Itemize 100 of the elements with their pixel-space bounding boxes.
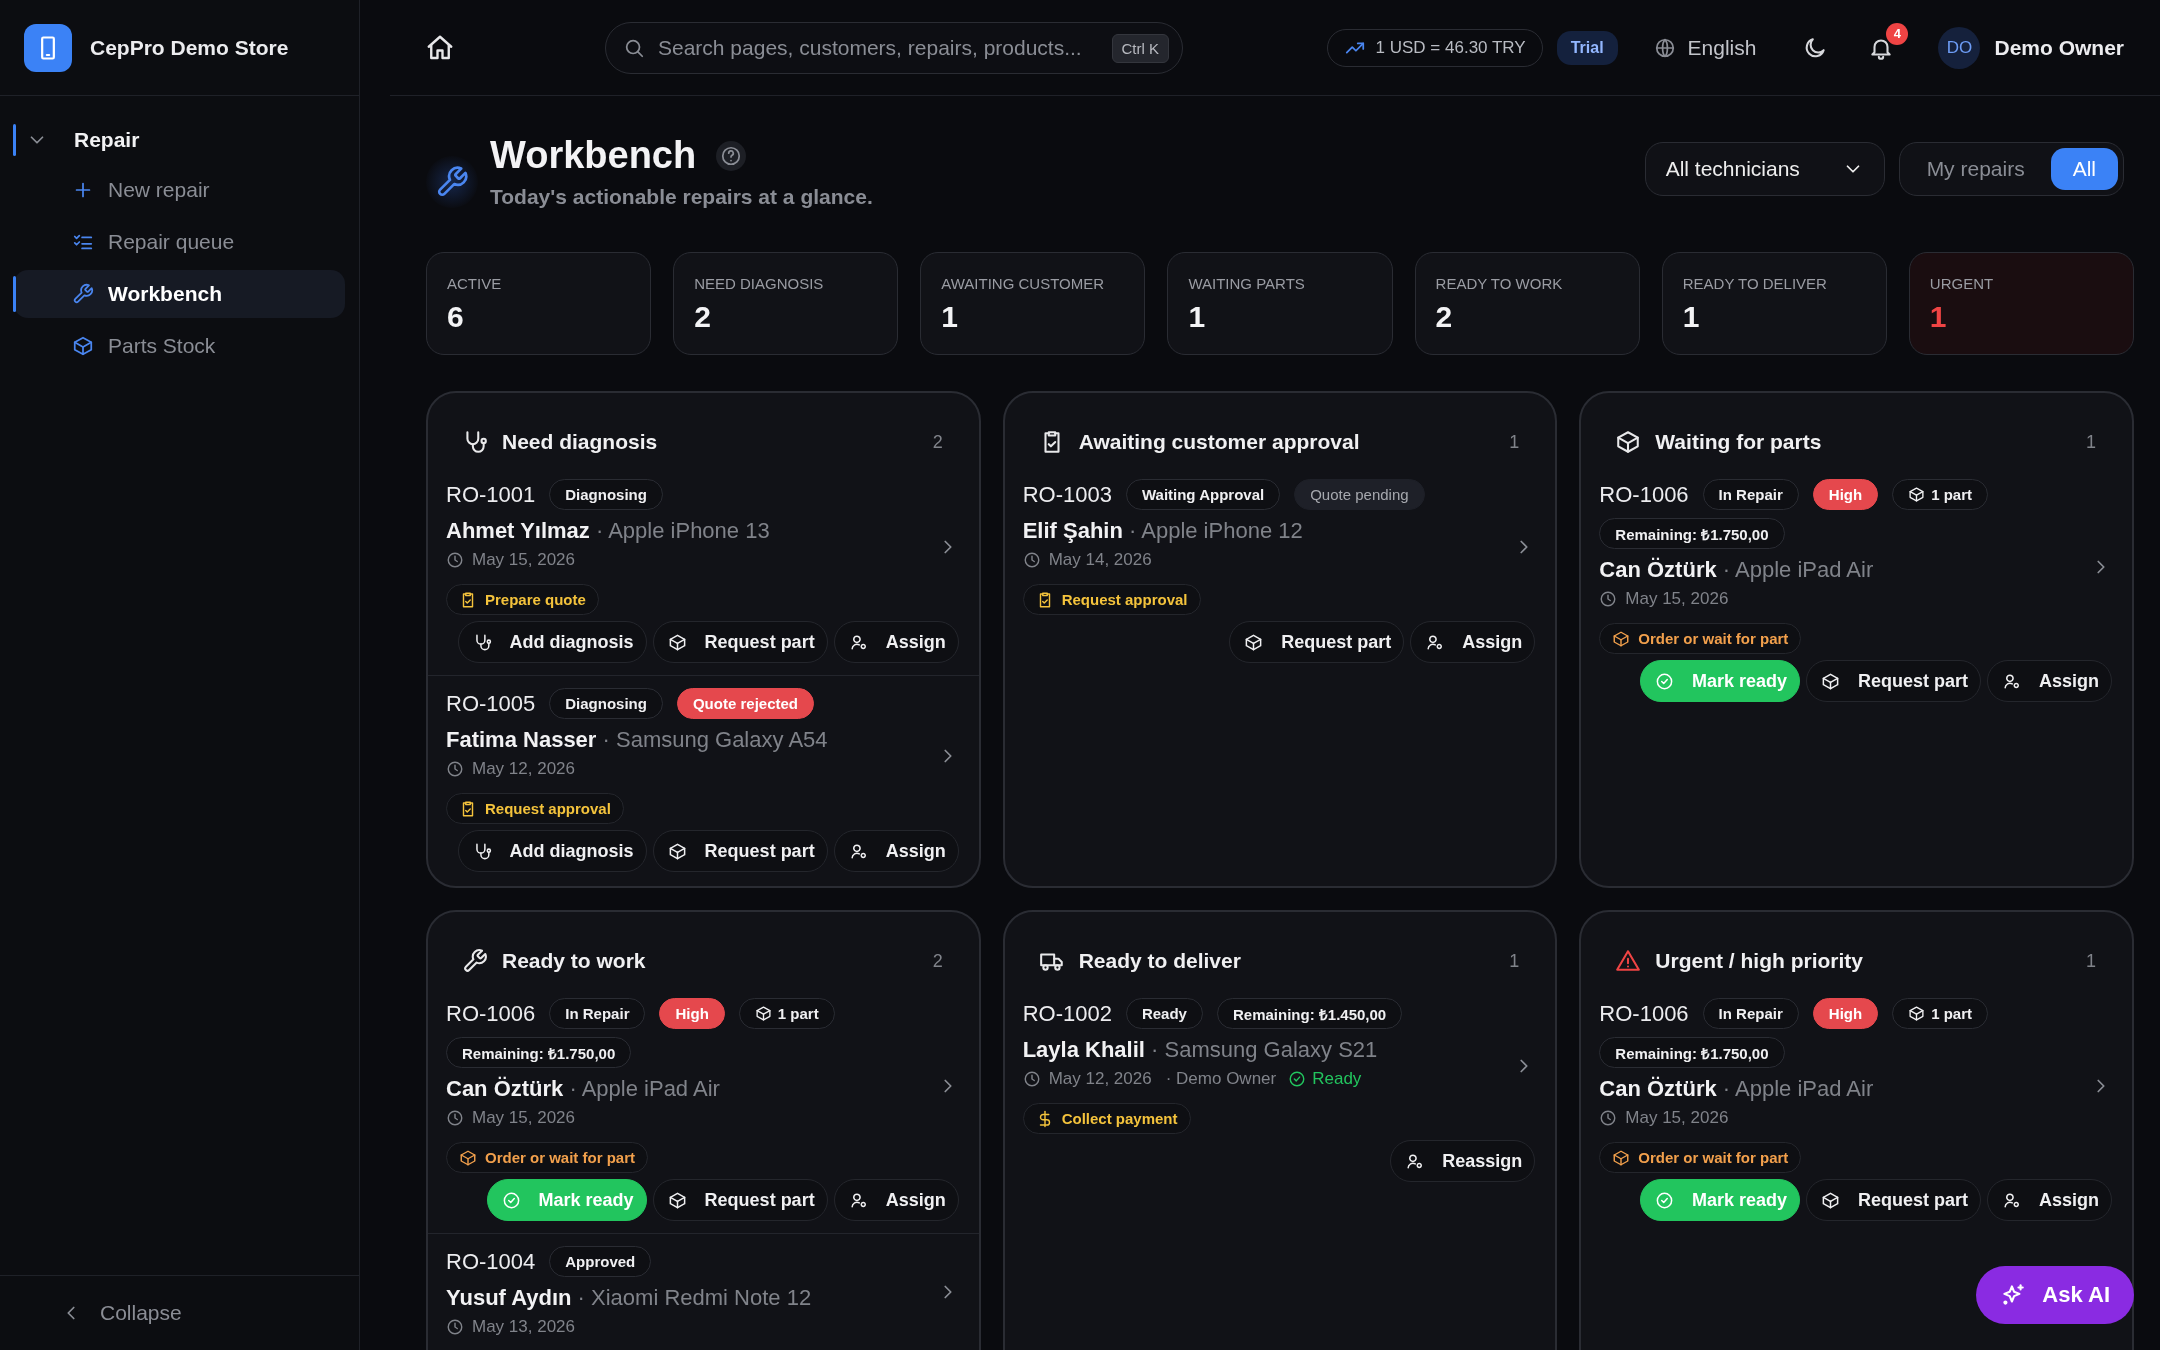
repair-id: RO-1002 (1022, 1000, 1112, 1027)
clock-icon (446, 760, 464, 778)
action-button[interactable]: Request part (1229, 621, 1405, 663)
repair-date: May 14, 2026 (1048, 550, 1152, 570)
ask-ai-button[interactable]: Ask AI (1976, 1266, 2134, 1324)
check-circle-icon (1288, 1070, 1307, 1088)
stat-value: 1 (941, 300, 959, 334)
assignee: · Demo Owner (1165, 1069, 1277, 1089)
repair-id: RO-1005 (446, 690, 536, 717)
action-button[interactable]: Request part (652, 621, 828, 663)
stat-label: AWAITING CUSTOMER (941, 275, 1106, 292)
box-icon (1244, 632, 1264, 652)
page-title: Workbench (490, 134, 697, 177)
box-icon (1820, 671, 1840, 691)
action-button[interactable]: Request part (652, 1179, 828, 1221)
status-tag: Ready (1125, 998, 1203, 1029)
status-tag: Quote pending (1294, 479, 1425, 510)
user-icon (848, 1190, 868, 1210)
scope-tab[interactable]: All (2050, 148, 2118, 190)
customer-device: Fatima Nasser · Samsung Galaxy A54 (446, 727, 828, 753)
stat-label: READY TO WORK (1435, 275, 1564, 292)
status-tag: Remaining: ₺1.450,00 (1216, 998, 1403, 1029)
action-button[interactable]: Add diagnosis (457, 621, 647, 663)
stat-label: NEED DIAGNOSIS (694, 275, 825, 292)
status-tag: High (659, 998, 725, 1029)
repair-id: RO-1004 (446, 1248, 536, 1275)
clock-icon (446, 1109, 464, 1127)
next-action: Request approval (446, 793, 624, 824)
customer-device: Elif Şahin · Apple iPhone 12 (1022, 518, 1303, 544)
wrench-icon (435, 165, 469, 199)
user-icon (1405, 1151, 1425, 1171)
panel-title: Waiting for parts (1655, 430, 1822, 454)
action-button[interactable]: Request part (1805, 660, 1981, 702)
status-tag: In Repair (549, 998, 646, 1029)
panel-title: Ready to work (502, 949, 646, 973)
check-circle-icon (1654, 671, 1674, 691)
action-button[interactable]: Reassign (1390, 1140, 1536, 1182)
box-icon (667, 1190, 687, 1210)
box-icon (1820, 1190, 1840, 1210)
clock-icon (1599, 1109, 1618, 1127)
repair-date: May 15, 2026 (1625, 589, 1729, 609)
action-button[interactable]: Request part (652, 830, 828, 872)
ready-status: Ready (1288, 1069, 1362, 1089)
avatar[interactable]: DO (1938, 26, 1981, 69)
repair-date: May 15, 2026 (1625, 1108, 1729, 1128)
status-tag: Diagnosing (549, 688, 663, 719)
stat-label: READY TO DELIVER (1682, 275, 1828, 292)
customer-device: Layla Khalil · Samsung Galaxy S21 (1022, 1037, 1378, 1063)
scope-tab[interactable]: My repairs (1904, 148, 2047, 190)
action-button[interactable]: Add diagnosis (457, 830, 647, 872)
user-icon (2002, 671, 2021, 691)
stat-value: 2 (694, 300, 712, 334)
box-icon (1908, 1005, 1926, 1022)
panel-count: 1 (1509, 431, 1520, 453)
notification-count: 4 (1886, 22, 1909, 45)
box-icon (667, 632, 687, 652)
sparkles-icon (2000, 1282, 2027, 1308)
action-button[interactable]: Assign (1410, 621, 1536, 663)
action-button[interactable]: Request part (1805, 1179, 1981, 1221)
help-icon[interactable] (716, 140, 747, 171)
next-action: Collect payment (1022, 1103, 1191, 1134)
status-tag: 1 part (738, 998, 835, 1029)
panel-count: 2 (932, 950, 943, 972)
nav-item[interactable]: Workbench (14, 270, 345, 318)
next-action: Order or wait for part (446, 1142, 649, 1173)
repair-id: RO-1006 (1599, 481, 1689, 508)
action-button[interactable]: Assign (1987, 660, 2112, 702)
panel-title: Awaiting customer approval (1078, 430, 1360, 454)
repair-id: RO-1003 (1022, 481, 1112, 508)
panel-count: 2 (932, 431, 943, 453)
clock-icon (1599, 590, 1618, 608)
status-tag: Quote rejected (676, 688, 814, 719)
status-tag: 1 part (1892, 479, 1988, 510)
nav-item[interactable]: Repair queue (14, 218, 345, 266)
action-button[interactable]: Assign (833, 830, 959, 872)
customer-device: Ahmet Yılmaz · Apple iPhone 13 (446, 518, 770, 544)
nav-item[interactable]: Parts Stock (14, 322, 345, 370)
stat-value: 1 (1188, 300, 1207, 334)
technician-dropdown[interactable]: All technicians (1644, 142, 1885, 196)
stat-label: URGENT (1929, 275, 1995, 292)
repair-id: RO-1006 (446, 1000, 536, 1027)
status-tag: Remaining: ₺1.750,00 (1599, 1037, 1785, 1068)
language-button[interactable]: English (1647, 34, 1763, 61)
repair-date: May 15, 2026 (472, 550, 575, 570)
collapse-button[interactable]: Collapse (0, 1275, 359, 1350)
repair-date: May 12, 2026 (1048, 1069, 1152, 1089)
action-button[interactable]: Assign (833, 621, 959, 663)
page-subtitle: Today's actionable repairs at a glance. (490, 185, 873, 209)
repair-date: May 15, 2026 (472, 1108, 575, 1128)
clock-icon (446, 551, 464, 569)
nav-group[interactable]: Repair (14, 118, 345, 162)
box-icon (754, 1005, 772, 1022)
box-icon (667, 841, 687, 861)
action-button[interactable]: Assign (833, 1179, 959, 1221)
panel-count: 1 (1509, 950, 1520, 972)
action-button[interactable]: Assign (1987, 1179, 2112, 1221)
stat-label: ACTIVE (447, 275, 503, 292)
nav-item[interactable]: New repair (14, 166, 345, 214)
customer-device: Can Öztürk · Apple iPad Air (1599, 557, 1874, 583)
next-action: Order or wait for part (1599, 1142, 1802, 1173)
